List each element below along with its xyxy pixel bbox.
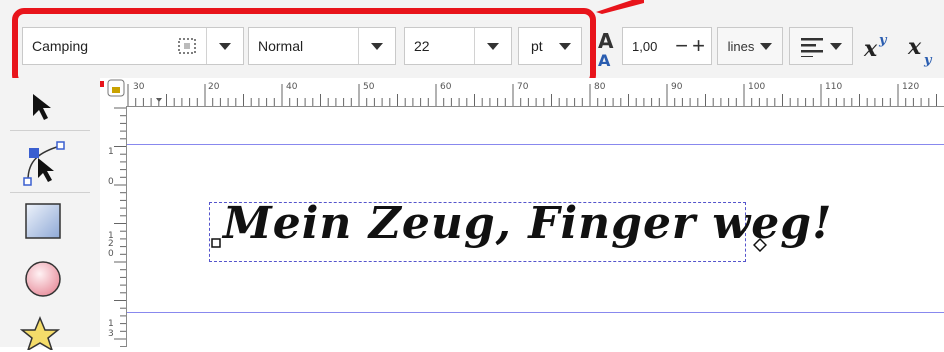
ruler-label: 20 [208, 82, 220, 92]
superscript-icon[interactable]: x y [862, 30, 896, 64]
ruler-label: 30 [133, 82, 145, 92]
horizontal-ruler[interactable]: 30 20 40 50 60 70 80 90 100 110 120 [104, 78, 944, 107]
svg-text:x: x [907, 34, 922, 60]
text-resize-handle[interactable] [753, 238, 767, 252]
align-left-icon [801, 38, 823, 57]
ruler-label: 90 [671, 82, 683, 92]
ruler-label: 60 [440, 82, 452, 92]
line-spacing-icon: A A [598, 29, 614, 68]
svg-text:A: A [598, 29, 614, 53]
line-spacing-spinner[interactable]: 1,00 − + [622, 27, 712, 65]
page-guide-top [127, 144, 944, 145]
ruler-label: 50 [363, 82, 375, 92]
selector-tool-icon[interactable] [30, 92, 54, 124]
star-tool-icon[interactable] [20, 316, 66, 350]
ruler-label: 0 [108, 249, 114, 259]
line-unit-value: lines [727, 38, 755, 54]
ruler-label: 2 [108, 239, 114, 249]
canvas-text[interactable]: Mein Zeug, Finger weg! [223, 198, 832, 249]
toolbox [0, 78, 100, 350]
pointer-arrow-icon [596, 0, 644, 14]
page-guide-bottom [127, 312, 944, 313]
tool-separator [10, 130, 90, 131]
svg-text:A: A [598, 51, 611, 68]
ruler-label: 70 [517, 82, 529, 92]
node-tool-icon[interactable] [20, 140, 66, 188]
vertical-ruler-ticks: 1012013 [108, 107, 126, 348]
lock-icon [112, 87, 120, 93]
svg-text:y: y [923, 53, 933, 68]
plus-icon[interactable]: + [692, 33, 705, 59]
subscript-icon[interactable]: x y [906, 30, 944, 68]
tool-separator [10, 192, 90, 193]
ruler-label: 110 [825, 82, 842, 92]
highlight-frame [12, 8, 596, 87]
svg-text:y: y [878, 33, 888, 48]
line-unit-combo[interactable]: lines [717, 27, 783, 65]
chevron-down-icon [760, 42, 773, 50]
minus-icon[interactable]: − [675, 33, 688, 59]
align-button[interactable] [789, 27, 853, 65]
ruler-label: 3 [108, 329, 114, 339]
ruler-label: 1 [108, 147, 114, 157]
ruler-label: 100 [748, 82, 765, 92]
ellipse-tool-icon[interactable] [24, 260, 64, 300]
drawing-canvas[interactable]: Mein Zeug, Finger weg! [127, 107, 944, 347]
ruler-label: 1 [108, 319, 114, 329]
vertical-ruler[interactable]: 1012013 [104, 106, 127, 348]
ruler-label: 40 [286, 82, 298, 92]
chevron-down-icon [830, 42, 842, 50]
ruler-label: 120 [902, 82, 919, 92]
rectangle-tool-icon[interactable] [24, 202, 64, 242]
svg-text:x: x [863, 36, 878, 62]
line-spacing-value: 1,00 [632, 38, 658, 54]
ruler-label: 80 [594, 82, 606, 92]
ruler-label: 0 [108, 177, 114, 187]
horizontal-ruler-ticks: 30 20 40 50 60 70 80 90 100 110 120 [107, 79, 937, 106]
text-baseline-handle[interactable] [211, 238, 223, 250]
